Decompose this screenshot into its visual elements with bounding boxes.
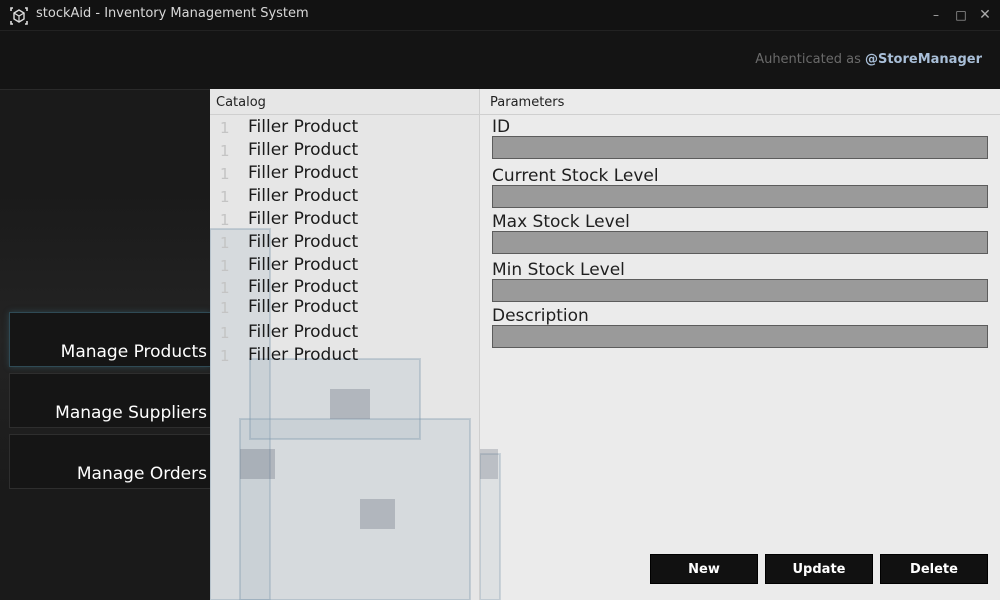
min-stock-field[interactable] <box>492 279 988 302</box>
description-label: Description <box>492 306 589 326</box>
sidebar: Manage Products Manage Suppliers Manage … <box>0 89 210 600</box>
sidebar-item-label: Manage Orders <box>76 464 207 484</box>
new-button[interactable]: New <box>650 554 758 584</box>
maximize-icon[interactable]: □ <box>951 5 971 25</box>
product-name: Filler Product <box>248 209 359 229</box>
auth-label: Auhenticated as <box>755 52 865 67</box>
sidebar-item-manage-suppliers[interactable]: Manage Suppliers <box>9 373 210 428</box>
id-label: ID <box>492 117 511 137</box>
current-stock-label: Current Stock Level <box>492 166 659 186</box>
sidebar-item-label: Manage Suppliers <box>55 403 207 423</box>
product-name: Filler Product <box>248 297 359 317</box>
minimize-icon[interactable]: – <box>926 5 946 25</box>
product-name: Filler Product <box>248 255 359 275</box>
sidebar-item-manage-products[interactable]: Manage Products <box>9 312 210 367</box>
row-number: 1 <box>220 211 230 229</box>
update-button[interactable]: Update <box>765 554 873 584</box>
app-header: Auhenticated as @StoreManager <box>0 32 1000 89</box>
product-name: Filler Product <box>248 163 359 183</box>
product-name: Filler Product <box>248 186 359 206</box>
catalog-header: Catalog <box>210 89 479 115</box>
window-title: stockAid - Inventory Management System <box>36 6 309 21</box>
row-number: 1 <box>220 347 230 365</box>
product-name: Filler Product <box>248 232 359 252</box>
box-logo-icon <box>10 7 28 25</box>
max-stock-field[interactable] <box>492 231 988 254</box>
product-name: Filler Product <box>248 322 359 342</box>
row-number: 1 <box>220 279 230 297</box>
parameters-header: Parameters <box>480 89 1000 115</box>
row-number: 1 <box>220 257 230 275</box>
current-stock-field[interactable] <box>492 185 988 208</box>
product-name: Filler Product <box>248 140 359 160</box>
delete-button[interactable]: Delete <box>880 554 988 584</box>
catalog-panel: Catalog 1 Filler Product 1 Filler Produc… <box>210 89 480 600</box>
description-field[interactable] <box>492 325 988 348</box>
max-stock-label: Max Stock Level <box>492 212 630 232</box>
row-number: 1 <box>220 324 230 342</box>
row-number: 1 <box>220 299 230 317</box>
auth-status: Auhenticated as @StoreManager <box>755 52 982 67</box>
row-number: 1 <box>220 188 230 206</box>
title-bar: stockAid - Inventory Management System –… <box>0 0 1000 31</box>
row-number: 1 <box>220 119 230 137</box>
product-name: Filler Product <box>248 277 359 297</box>
id-field[interactable] <box>492 136 988 159</box>
product-name: Filler Product <box>248 117 359 137</box>
row-number: 1 <box>220 234 230 252</box>
row-number: 1 <box>220 142 230 160</box>
sidebar-item-label: Manage Products <box>60 342 207 362</box>
close-icon[interactable]: ✕ <box>975 5 995 25</box>
min-stock-label: Min Stock Level <box>492 260 625 280</box>
sidebar-item-manage-orders[interactable]: Manage Orders <box>9 434 210 489</box>
parameters-panel: Parameters ID Current Stock Level Max St… <box>480 89 1000 600</box>
row-number: 1 <box>220 165 230 183</box>
auth-username: @StoreManager <box>864 52 982 67</box>
product-name: Filler Product <box>248 345 359 365</box>
